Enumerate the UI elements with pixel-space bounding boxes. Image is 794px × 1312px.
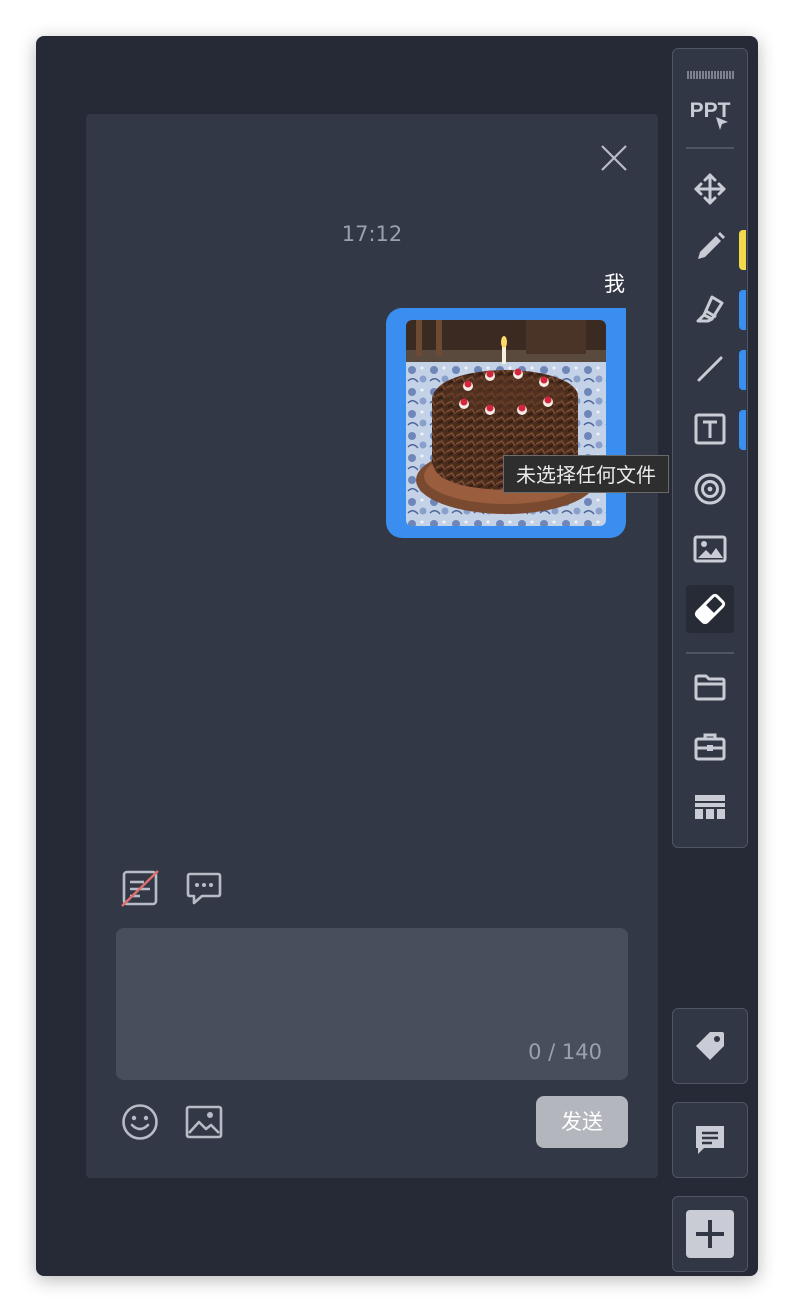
- image-upload-icon[interactable]: [184, 1102, 224, 1142]
- tag-button[interactable]: [672, 1008, 748, 1084]
- tag-icon: [696, 1032, 724, 1060]
- pen-color-swatch[interactable]: [739, 230, 746, 270]
- table-icon: [695, 795, 725, 819]
- chat-icon: [696, 1126, 724, 1154]
- file-tooltip: 未选择任何文件: [503, 455, 669, 493]
- highlighter-icon: [696, 295, 724, 323]
- pencil-icon: [698, 232, 725, 259]
- image-icon: [693, 535, 727, 563]
- target-icon: [694, 473, 726, 505]
- tool-text[interactable]: [686, 405, 734, 453]
- text-box-icon: [694, 413, 726, 445]
- move-arrows-icon: [694, 173, 726, 205]
- tool-eraser[interactable]: [686, 585, 734, 633]
- toolbar-divider: [686, 652, 734, 654]
- highlighter-color-swatch[interactable]: [739, 290, 746, 330]
- folder-icon: [694, 674, 726, 701]
- tool-toolbox[interactable]: [686, 723, 734, 771]
- image-message-bubble[interactable]: [386, 308, 626, 538]
- disable-barrage-icon[interactable]: [120, 868, 160, 908]
- message-input-box: 0 / 140: [116, 928, 628, 1080]
- line-color-swatch[interactable]: [739, 350, 746, 390]
- emoji-icon[interactable]: [120, 1102, 160, 1142]
- tool-line[interactable]: [686, 345, 734, 393]
- char-counter: 0 / 140: [528, 1040, 602, 1064]
- message-timestamp: 17:12: [341, 222, 403, 246]
- tool-table[interactable]: [686, 783, 734, 831]
- cursor-icon: [716, 117, 728, 130]
- tool-image[interactable]: [686, 525, 734, 573]
- toolbox-icon: [694, 733, 726, 761]
- line-icon: [697, 356, 723, 382]
- drawing-toolbar: PPT: [672, 48, 748, 848]
- close-icon[interactable]: [598, 142, 630, 174]
- eraser-icon: [694, 593, 726, 625]
- tool-files[interactable]: [686, 663, 734, 711]
- tool-pen[interactable]: [686, 223, 734, 271]
- drag-handle[interactable]: [686, 65, 734, 79]
- ppt-control-button[interactable]: PPT: [686, 87, 734, 135]
- send-button[interactable]: 发送: [536, 1096, 628, 1148]
- plus-icon: [686, 1210, 734, 1258]
- toolbar-divider: [686, 147, 734, 149]
- chat-button[interactable]: [672, 1102, 748, 1178]
- tool-highlighter[interactable]: [686, 283, 734, 331]
- text-color-swatch[interactable]: [739, 410, 746, 450]
- tool-laser[interactable]: [686, 465, 734, 513]
- sender-name: 我: [604, 272, 625, 296]
- cake-photo[interactable]: [406, 320, 606, 526]
- add-button[interactable]: [672, 1196, 748, 1272]
- comment-bubble-icon[interactable]: [184, 868, 224, 908]
- tool-move[interactable]: [686, 165, 734, 213]
